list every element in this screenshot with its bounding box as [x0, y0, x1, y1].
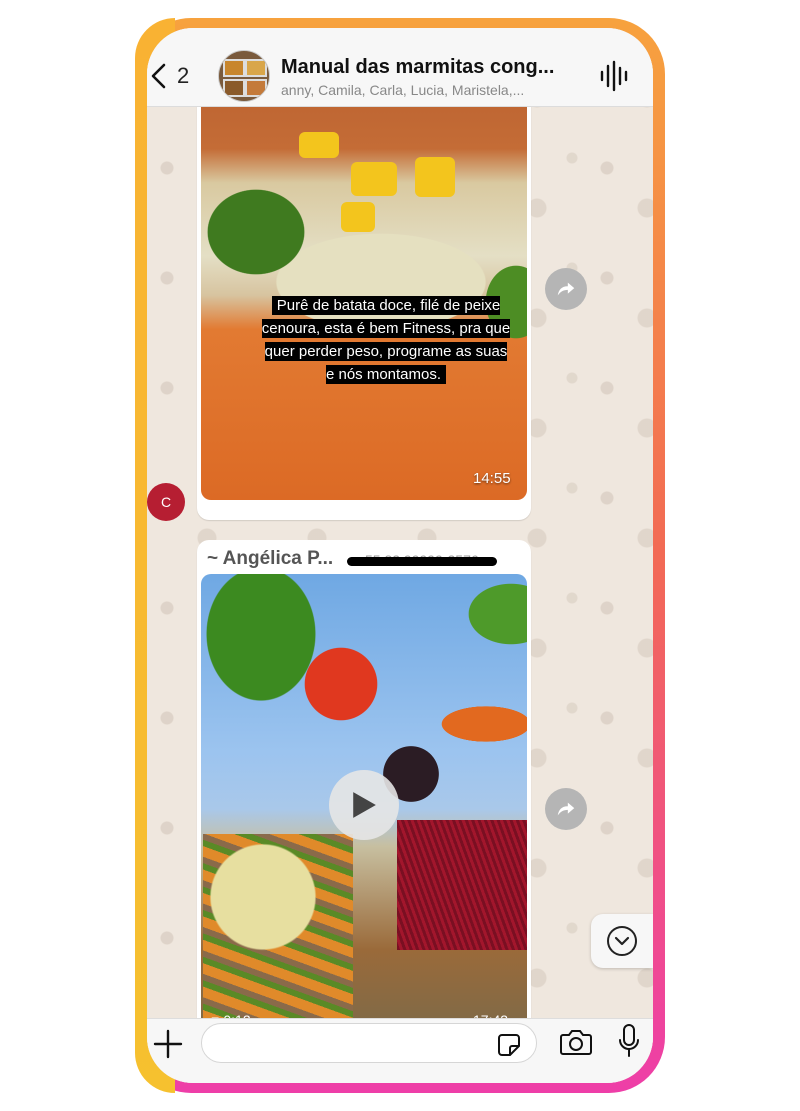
image-caption: Purê de batata doce, filé de peixe cenou… [261, 296, 511, 384]
scroll-to-bottom-button[interactable] [591, 914, 653, 968]
chat-header: 2 Manual das marmitas cong... anny, Cami… [147, 28, 653, 107]
compose-bar [147, 1018, 653, 1083]
chat-title[interactable]: Manual das marmitas cong... [281, 56, 581, 79]
play-icon [353, 792, 376, 818]
message-video[interactable]: ■ 0:12 17:43 [201, 574, 527, 1044]
sticker-icon[interactable] [496, 1032, 522, 1058]
unread-count: 2 [177, 63, 190, 88]
play-button[interactable] [329, 770, 399, 840]
sender-name[interactable]: ~ Angélica P... [207, 548, 333, 570]
forward-button[interactable] [545, 268, 587, 310]
chevron-down-icon [607, 926, 637, 956]
forward-icon [557, 802, 575, 816]
pepper-piece [341, 202, 375, 232]
avatar-tray [245, 59, 267, 77]
message-time: 14:55 [473, 470, 511, 487]
camera-icon[interactable] [559, 1027, 593, 1057]
avatar-tray [223, 59, 245, 77]
avatar-tray [245, 79, 267, 97]
avatar[interactable]: C [147, 483, 185, 521]
video-thumbnail-beet [397, 820, 527, 950]
forward-icon [557, 282, 575, 296]
redaction-bar [347, 557, 497, 566]
group-avatar[interactable] [218, 50, 270, 102]
pepper-piece [299, 132, 339, 158]
forward-button[interactable] [545, 788, 587, 830]
chat-screen: Purê de batata doce, filé de peixe cenou… [147, 28, 653, 1083]
chevron-left-icon [151, 63, 166, 89]
chat-members[interactable]: anny, Camila, Carla, Lucia, Maristela,..… [281, 82, 581, 98]
pepper-piece [415, 157, 455, 197]
pepper-piece [351, 162, 397, 196]
back-button[interactable]: 2 [149, 58, 197, 94]
microphone-icon[interactable] [617, 1023, 641, 1059]
message-input[interactable] [201, 1023, 537, 1063]
avatar-initial: C [160, 494, 172, 510]
avatar-tray [223, 79, 245, 97]
waveform-icon[interactable] [597, 60, 631, 92]
plus-icon[interactable] [151, 1027, 185, 1061]
